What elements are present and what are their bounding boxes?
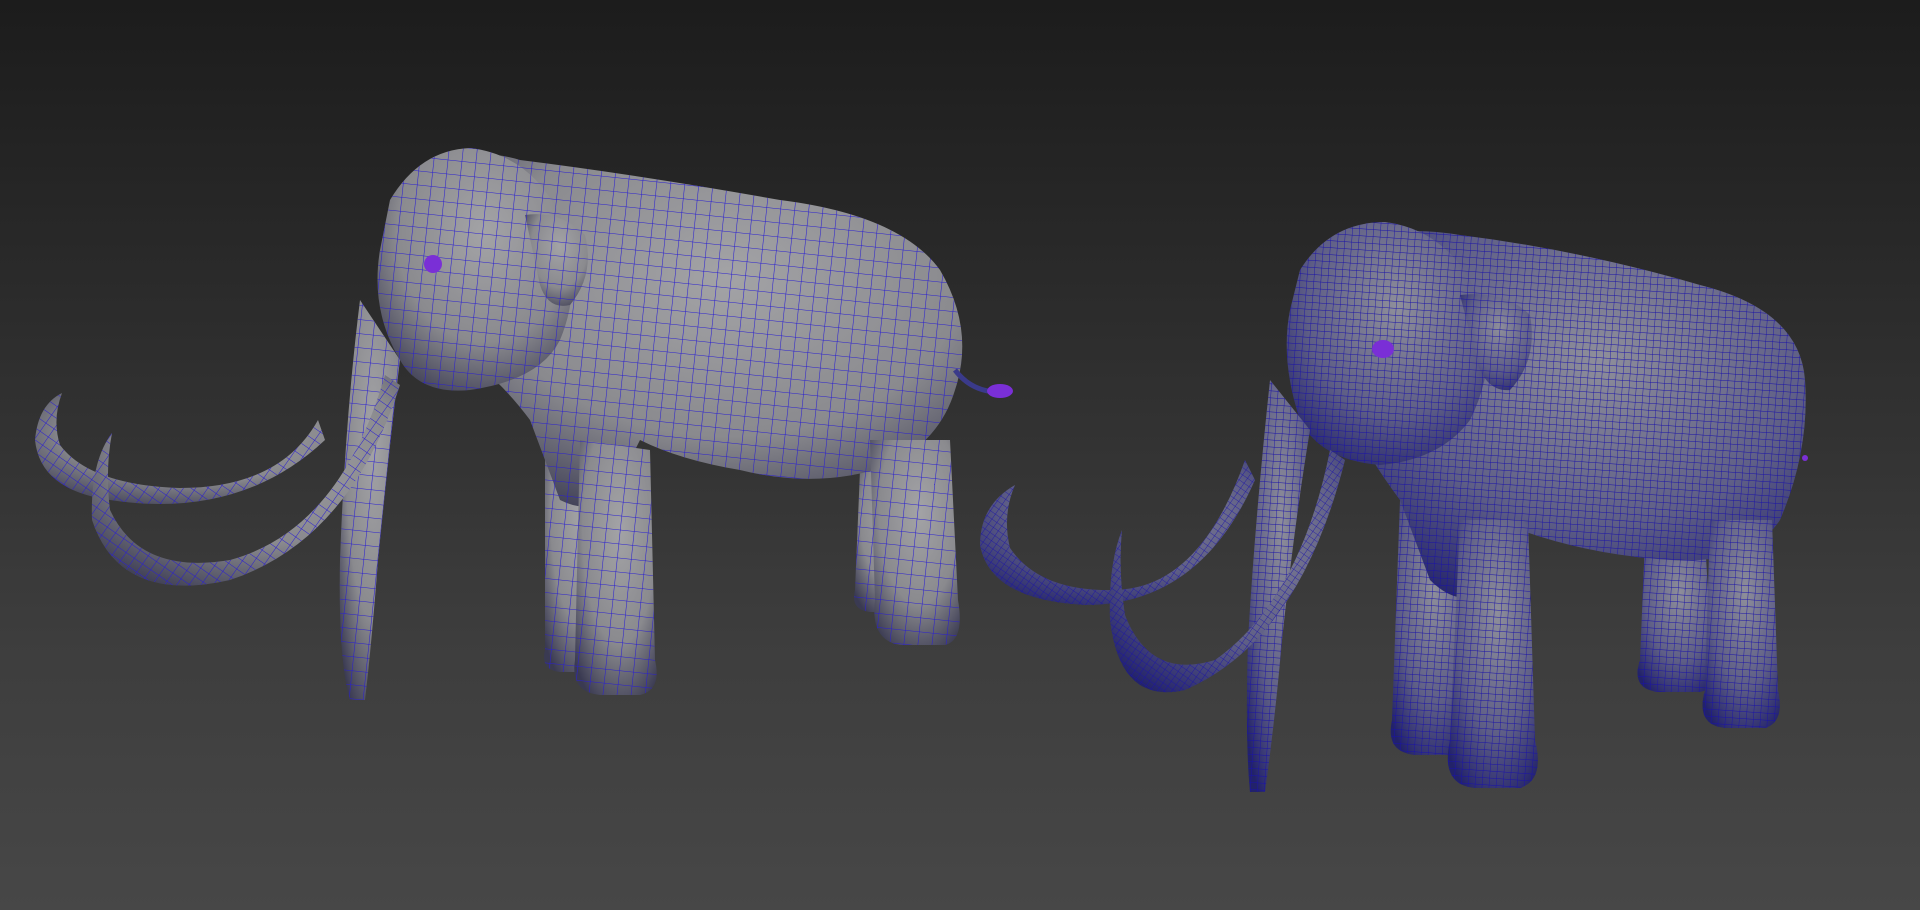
mammoth-right-eye	[1372, 340, 1394, 358]
mammoth-left-tusk-far	[35, 393, 325, 504]
mammoth-left-eye	[424, 255, 442, 273]
mammoth-right-trunk	[1246, 380, 1310, 792]
mammoth-right-tusk-near	[1109, 450, 1345, 693]
mammoth-left-trunk	[339, 300, 400, 700]
3d-viewport[interactable]	[0, 0, 1920, 910]
mammoth-right-near-legs	[1447, 520, 1780, 788]
mammoth-right-tail-tip	[1802, 455, 1808, 461]
mammoth-left[interactable]	[35, 148, 1013, 700]
viewport-canvas[interactable]	[0, 0, 1920, 910]
mammoth-left-tail-tip	[987, 384, 1013, 398]
mammoth-right[interactable]	[980, 222, 1808, 792]
mammoth-left-near-legs	[574, 440, 960, 695]
